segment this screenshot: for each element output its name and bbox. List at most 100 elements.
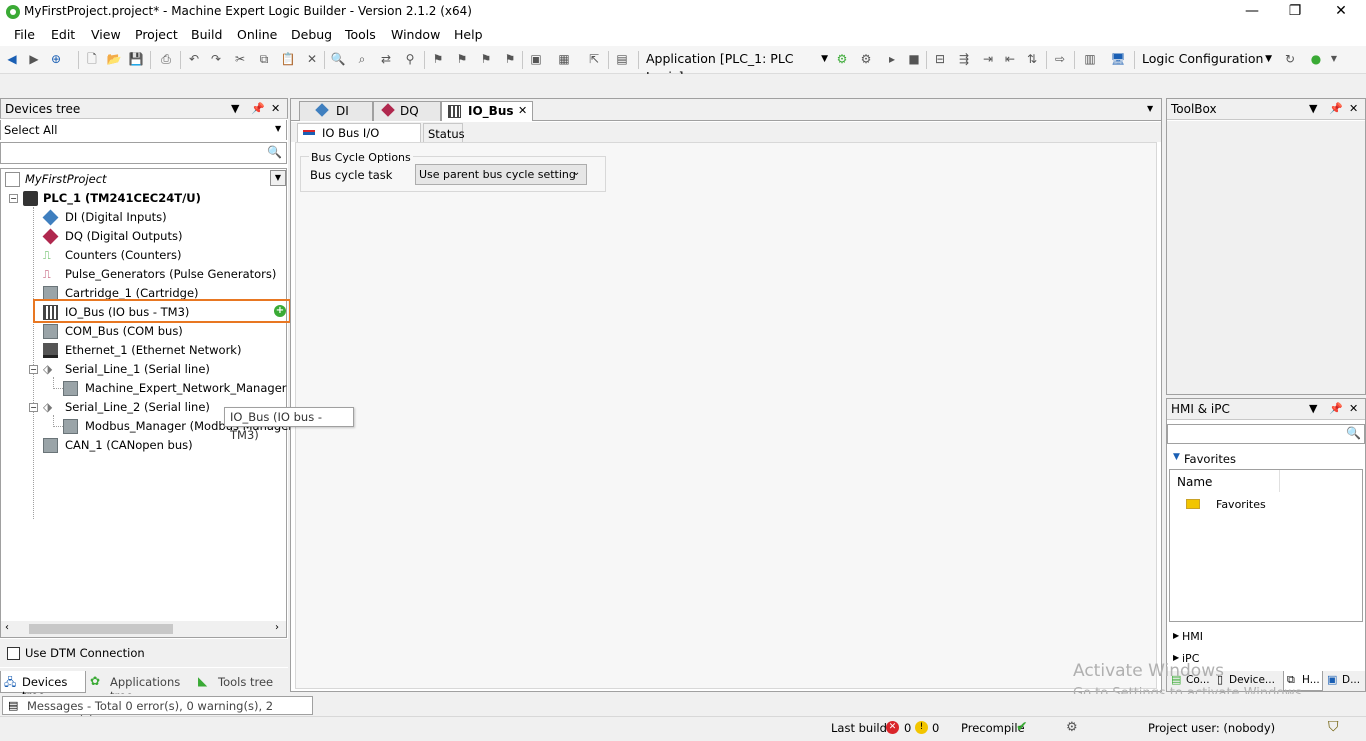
bookmark-clear-icon[interactable]: ⚑ [502, 51, 518, 67]
panel-menu-icon[interactable]: ▼ [1309, 99, 1317, 119]
pin-icon[interactable]: 📌 [251, 99, 265, 119]
logic-configuration-combo[interactable]: Logic Configuration ▼ [1138, 50, 1274, 70]
search-icon[interactable]: 🔍 [1346, 426, 1361, 440]
pin-icon[interactable]: 📌 [1329, 99, 1343, 119]
menu-view[interactable]: View [91, 27, 121, 42]
device-icon[interactable]: ▤ [614, 51, 630, 67]
logout-icon[interactable]: ⚙ [858, 51, 874, 67]
tab-di[interactable]: DI [299, 101, 373, 121]
horizontal-scrollbar[interactable]: ‹ › [1, 621, 286, 637]
scroll-left-icon[interactable]: ‹ [5, 622, 9, 633]
close-panel-icon[interactable]: ✕ [1349, 399, 1358, 419]
tab-list-chevron-icon[interactable]: ▼ [1147, 104, 1153, 113]
subtab-status[interactable]: Status [423, 123, 465, 142]
collapse-serial-1-icon[interactable]: − [29, 365, 38, 374]
application-combo[interactable]: Application [PLC_1: PLC Logic] ▼ [642, 50, 830, 84]
close-tab-icon[interactable]: ✕ [518, 102, 527, 120]
name-column-header[interactable]: Name [1170, 470, 1280, 492]
favorites-header[interactable]: ▼ Favorites [1169, 450, 1365, 468]
navigate-icon[interactable]: ⊕ [48, 51, 64, 67]
find-icon[interactable]: 🔍 [330, 51, 346, 67]
new-file-icon[interactable]: 🗋 [84, 51, 100, 67]
search-input[interactable]: 🔍 [0, 142, 287, 164]
filter-select[interactable]: Select All ▼ [0, 120, 287, 140]
forward-icon[interactable]: ▶ [26, 51, 42, 67]
close-window-button[interactable]: ✕ [1318, 0, 1364, 24]
cut-icon[interactable]: ✂ [232, 51, 248, 67]
tab-dq[interactable]: DQ [373, 101, 441, 121]
start-icon[interactable]: ▸ [884, 51, 900, 67]
simulation-icon[interactable]: ▥ [1082, 51, 1098, 67]
menu-build[interactable]: Build [191, 27, 222, 42]
panel-menu-icon[interactable]: ▼ [231, 99, 239, 119]
bookmark-next-icon[interactable]: ⚑ [454, 51, 470, 67]
search-icon[interactable]: 🔍 [267, 145, 282, 159]
tab-tools-tree[interactable]: ◣ Tools tree [196, 671, 286, 693]
status-light-icon[interactable]: ● [1308, 51, 1324, 67]
bookmark-prev-icon[interactable]: ⚑ [478, 51, 494, 67]
tab-applications-tree[interactable]: ✿ Applications tree [88, 671, 194, 703]
panel-menu-icon[interactable]: ▼ [1309, 399, 1317, 419]
menu-file[interactable]: File [14, 27, 35, 42]
minimize-button[interactable]: — [1229, 0, 1275, 24]
hmi-section[interactable]: ▶ HMI [1169, 628, 1365, 646]
menu-project[interactable]: Project [135, 27, 178, 42]
tab-io-bus[interactable]: IO_Bus ✕ [441, 101, 533, 121]
tree-dropdown-button[interactable]: ▼ [270, 170, 286, 186]
add-device-icon[interactable]: + [274, 305, 286, 317]
write-values-icon[interactable]: ⇅ [1024, 51, 1040, 67]
find-replace-icon[interactable]: ⚲ [402, 51, 418, 67]
menu-debug[interactable]: Debug [291, 27, 332, 42]
menu-online[interactable]: Online [237, 27, 277, 42]
export-icon[interactable]: ⇱ [586, 51, 602, 67]
menu-edit[interactable]: Edit [51, 27, 75, 42]
window-icon[interactable]: ▣ [528, 51, 544, 67]
close-panel-icon[interactable]: ✕ [271, 99, 280, 119]
step-over-icon[interactable]: ⇶ [956, 51, 972, 67]
scrollbar-thumb[interactable] [29, 624, 173, 634]
stop-icon[interactable]: ■ [906, 51, 922, 67]
undo-icon[interactable]: ↶ [186, 51, 202, 67]
close-panel-icon[interactable]: ✕ [1349, 99, 1358, 119]
find-next-icon[interactable]: ⌕ [354, 51, 370, 67]
save-icon[interactable]: 💾 [128, 51, 144, 67]
folder-label: Favorites [1216, 498, 1266, 511]
refresh-icon[interactable]: ↻ [1282, 51, 1298, 67]
tree-root-label: MyFirstProject [25, 172, 107, 186]
layout-icon[interactable]: ▦ [556, 51, 572, 67]
restore-button[interactable]: ❐ [1272, 0, 1318, 24]
monitor-icon[interactable]: 🖥 [1110, 51, 1126, 67]
tab-devices-tree[interactable]: 🖧 Devices tree [0, 671, 86, 703]
bookmark-icon[interactable]: ⚑ [430, 51, 446, 67]
paste-icon[interactable]: 📋 [280, 51, 296, 67]
step-into-icon[interactable]: ⇥ [980, 51, 996, 67]
redo-icon[interactable]: ↷ [208, 51, 224, 67]
breakpoint-icon[interactable]: ⊟ [932, 51, 948, 67]
collapse-plc-icon[interactable]: − [9, 194, 18, 203]
build-settings-icon[interactable]: ⚙ [1066, 720, 1078, 735]
collapse-serial-2-icon[interactable]: − [29, 403, 38, 412]
pin-icon[interactable]: 📌 [1329, 399, 1343, 419]
print-icon[interactable]: ⎙ [158, 51, 174, 67]
subtab-io-mapping[interactable]: IO Bus I/O Mapping [297, 123, 421, 154]
back-icon[interactable]: ◀ [4, 51, 20, 67]
bus-cycle-task-select[interactable]: Use parent bus cycle setting ⌄ [415, 164, 587, 185]
menu-tools[interactable]: Tools [345, 27, 376, 42]
menu-help[interactable]: Help [454, 27, 483, 42]
menu-window[interactable]: Window [391, 27, 440, 42]
chevron-down-icon[interactable]: ▼ [1326, 51, 1342, 67]
shield-icon[interactable]: ⛉ [1328, 719, 1339, 735]
messages-tab[interactable]: ▤ Messages - Total 0 error(s), 0 warning… [2, 696, 313, 727]
step-out-icon[interactable]: ⇤ [1002, 51, 1018, 67]
login-icon[interactable]: ⚙ [834, 51, 850, 67]
delete-icon[interactable]: ✕ [304, 51, 320, 67]
hmi-search-input[interactable]: 🔍 [1167, 424, 1365, 444]
copy-icon[interactable]: ⧉ [256, 51, 272, 67]
scroll-right-icon[interactable]: › [275, 622, 279, 633]
online-change-icon[interactable]: ⇨ [1052, 51, 1068, 67]
use-dtm-checkbox[interactable] [7, 647, 20, 660]
replace-icon[interactable]: ⇄ [378, 51, 394, 67]
favorites-folder[interactable]: Favorites [1180, 496, 1350, 514]
tab-drives[interactable]: ▣ D... [1325, 671, 1365, 691]
open-folder-icon[interactable]: 📂 [106, 51, 122, 67]
